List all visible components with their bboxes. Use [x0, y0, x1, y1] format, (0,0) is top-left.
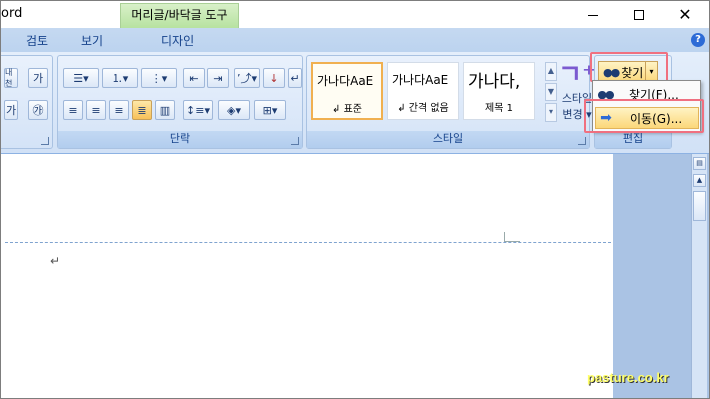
- sort-button[interactable]: ↓: [263, 68, 285, 88]
- tab-design[interactable]: 디자인: [161, 32, 194, 49]
- header-footer-tools-title: 머리글/바닥글 도구: [120, 3, 239, 28]
- maximize-button[interactable]: [616, 3, 662, 27]
- distribute-button[interactable]: ▥: [155, 100, 175, 120]
- style-sample: 가나다AaE: [317, 74, 374, 88]
- style-no-spacing[interactable]: 가나다AaE ↲ 간격 없음: [387, 62, 459, 120]
- distribute-icon: ▥: [159, 103, 171, 117]
- align-center-button[interactable]: ≡: [86, 100, 106, 120]
- styles-group: 가나다AaE ↲ 표준 가나다AaE ↲ 간격 없음 가나다, 제목 1 ▲ ▼…: [306, 55, 596, 149]
- style-sample: 가나다,: [468, 72, 521, 92]
- justify-button[interactable]: ≣: [132, 100, 152, 120]
- paint-bucket-icon: ◈▾: [227, 103, 241, 117]
- tab-view[interactable]: 보기: [81, 32, 103, 49]
- styles-gallery: 가나다AaE ↲ 표준 가나다AaE ↲ 간격 없음 가나다, 제목 1: [311, 62, 543, 122]
- character-border-button[interactable]: 가: [28, 68, 48, 88]
- tab-review[interactable]: 검토: [26, 32, 48, 49]
- show-marks-button[interactable]: ↵: [288, 68, 302, 88]
- pilcrow-icon: ↵: [290, 71, 300, 85]
- shading-button[interactable]: 가: [4, 100, 18, 120]
- style-name: ↲ 간격 없음: [397, 103, 449, 114]
- header-boundary-line: [5, 242, 611, 243]
- align-right-button[interactable]: ≡: [109, 100, 129, 120]
- numbering-button[interactable]: ⒈▾: [102, 68, 138, 88]
- bullets-icon: ☰▾: [73, 71, 89, 85]
- bullets-button[interactable]: ☰▾: [63, 68, 99, 88]
- justify-icon: ≣: [137, 103, 147, 117]
- maximize-icon: [634, 10, 644, 20]
- style-sample: 가나다AaE: [392, 73, 449, 87]
- align-left-icon: ≡: [68, 103, 78, 117]
- shading-fill-button[interactable]: ◈▾: [218, 100, 250, 120]
- close-icon: ✕: [678, 5, 692, 24]
- decrease-indent-button[interactable]: ⇤: [183, 68, 205, 88]
- ribbon-tab-row: 검토 보기 디자인 ?: [1, 28, 709, 52]
- document-area: ↵ ▤ ▲: [1, 154, 709, 398]
- multilevel-list-icon: ⋮▾: [150, 71, 168, 85]
- increase-indent-icon: ⇥: [213, 71, 223, 85]
- paragraph-mark: ↵: [50, 254, 61, 268]
- align-center-icon: ≡: [91, 103, 101, 117]
- phonetic-guide-button[interactable]: 내천: [4, 68, 18, 88]
- font-dialog-launcher[interactable]: [41, 137, 49, 145]
- style-name: 제목 1: [485, 103, 513, 114]
- paragraph-group-label: 단락: [58, 131, 302, 148]
- title-bar: ord 머리글/바닥글 도구 ✕: [1, 1, 709, 28]
- scroll-thumb[interactable]: [693, 191, 706, 221]
- font-group: 내천 가 가 ㉮: [1, 55, 53, 149]
- char-shading-icon: 가: [5, 104, 17, 117]
- help-icon[interactable]: ?: [691, 33, 705, 47]
- find-button-highlight: [590, 52, 668, 82]
- gallery-scroll-down-button[interactable]: ▼: [545, 82, 557, 102]
- line-spacing-icon: ↕≡▾: [186, 103, 210, 117]
- align-left-button[interactable]: ≡: [63, 100, 83, 120]
- editing-group-label: 편집: [595, 131, 671, 148]
- borders-icon: ⊞▾: [262, 103, 278, 117]
- vertical-scrollbar[interactable]: ▤ ▲: [691, 154, 707, 398]
- enclose-characters-button[interactable]: ㉮: [28, 100, 48, 120]
- margin-corner-mark: [504, 232, 520, 242]
- line-spacing-button[interactable]: ↕≡▾: [183, 100, 213, 120]
- phonetic-icon: 내천: [5, 68, 13, 88]
- style-normal[interactable]: 가나다AaE ↲ 표준: [311, 62, 383, 120]
- minimize-button[interactable]: [570, 3, 616, 27]
- numbering-icon: ⒈▾: [111, 72, 129, 85]
- enclose-icon: ㉮: [32, 104, 44, 117]
- borders-button[interactable]: ⊞▾: [254, 100, 286, 120]
- paragraph-group: ☰▾ ⒈▾ ⋮▾ ⇤ ⇥ ʼ⤴▾ ↓ ↵ ≡ ≡ ≡ ≣ ▥ ↕≡▾ ◈▾ ⊞▾…: [57, 55, 303, 149]
- styles-group-label: 스타일: [307, 131, 589, 148]
- close-button[interactable]: ✕: [662, 3, 708, 27]
- gallery-scroll: ▲ ▼ ▾: [545, 62, 557, 123]
- multilevel-list-button[interactable]: ⋮▾: [141, 68, 177, 88]
- scroll-up-button[interactable]: ▲: [693, 174, 706, 187]
- minimize-icon: [588, 14, 598, 16]
- ruler-toggle-button[interactable]: ▤: [693, 157, 706, 170]
- style-name: ↲ 표준: [332, 104, 362, 115]
- asian-layout-icon: ʼ⤴▾: [236, 72, 258, 85]
- increase-indent-button[interactable]: ⇥: [207, 68, 229, 88]
- styles-dialog-launcher[interactable]: [578, 137, 586, 145]
- window-title: ord: [1, 6, 23, 21]
- paragraph-dialog-launcher[interactable]: [291, 137, 299, 145]
- decrease-indent-icon: ⇤: [189, 71, 199, 85]
- word-window: ord 머리글/바닥글 도구 ✕ 검토 보기 디자인 ? 내천 가 가 ㉮ ☰▾…: [0, 0, 710, 399]
- style-heading-1[interactable]: 가나다, 제목 1: [463, 62, 535, 120]
- char-border-icon: 가: [32, 72, 44, 85]
- align-right-icon: ≡: [114, 103, 124, 117]
- gallery-more-button[interactable]: ▾: [545, 103, 557, 123]
- sort-icon: ↓: [269, 71, 279, 85]
- watermark: pasture.co.kr: [587, 370, 669, 385]
- document-page[interactable]: ↵: [1, 154, 613, 398]
- gallery-scroll-up-button[interactable]: ▲: [545, 62, 557, 81]
- goto-highlight: [584, 99, 704, 133]
- asian-layout-button[interactable]: ʼ⤴▾: [234, 68, 260, 88]
